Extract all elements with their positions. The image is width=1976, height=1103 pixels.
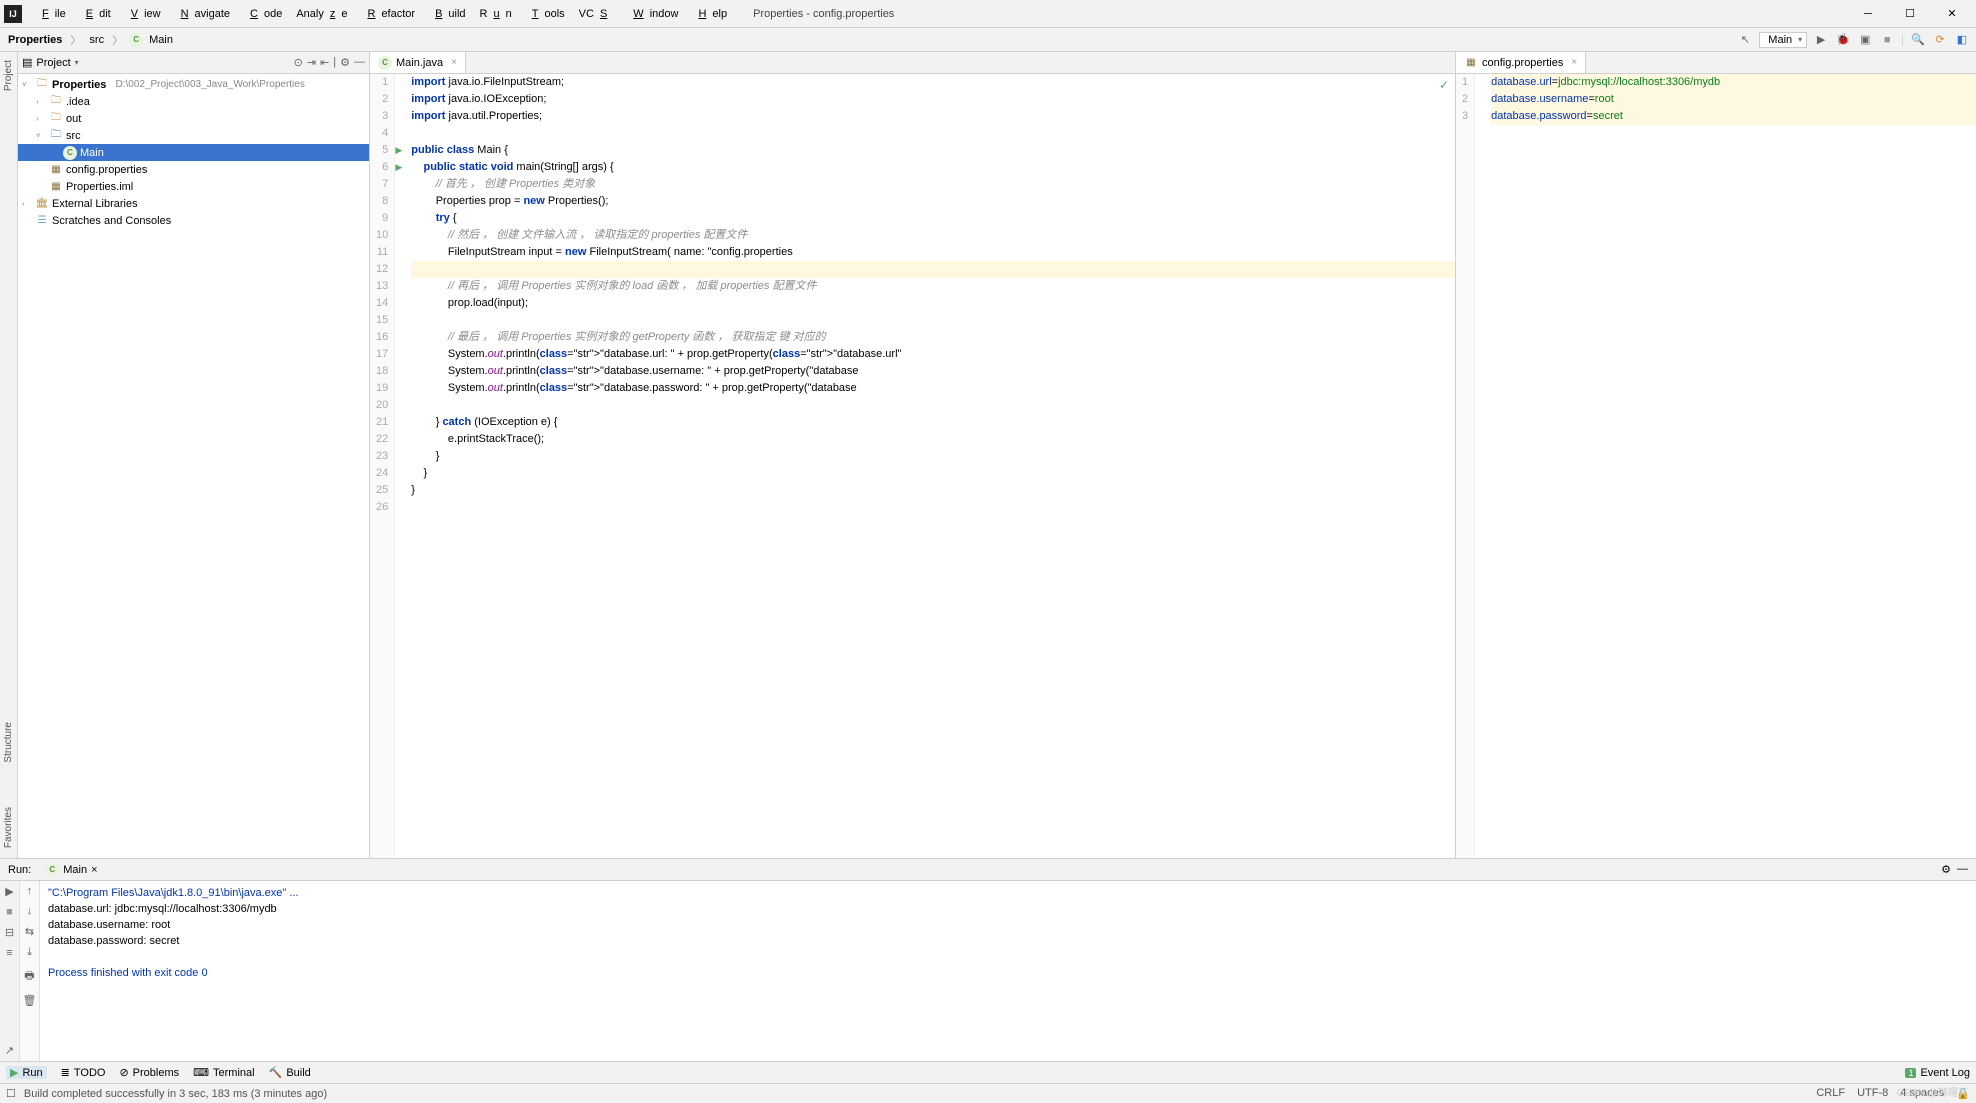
console-output[interactable]: "C:\Program Files\Java\jdk1.8.0_91\bin\j… (40, 881, 1976, 1061)
status-readonly-icon[interactable]: 🔒 (1956, 1087, 1970, 1100)
tool-eventlog[interactable]: 1Event Log (1905, 1067, 1970, 1079)
tree-root[interactable]: ˅🗀Properties D:\002_Project\003_Java_Wor… (18, 76, 369, 93)
side-tab-structure[interactable]: Structure (3, 718, 14, 767)
project-tree: ˅🗀Properties D:\002_Project\003_Java_Wor… (18, 74, 369, 858)
tool-run[interactable]: ▶Run (6, 1066, 47, 1079)
print-icon[interactable]: 🖶 (24, 967, 34, 986)
crumb-1[interactable]: src (87, 33, 106, 47)
menu-window[interactable]: Window (621, 6, 684, 22)
tool-todo[interactable]: ≣TODO (61, 1066, 106, 1079)
tree-main[interactable]: CMain (18, 144, 369, 161)
stop-icon[interactable]: ■ (1879, 32, 1895, 48)
code-editor-main[interactable]: ✓ 12345▶6▶789101112131415161718192021222… (370, 74, 1455, 858)
window-title: Properties - config.properties (753, 8, 894, 20)
close-tab-icon[interactable]: × (451, 57, 457, 68)
ide-icon[interactable]: ◧ (1954, 32, 1970, 48)
status-message: Build completed successfully in 3 sec, 1… (24, 1088, 327, 1100)
tool-problems[interactable]: ⊘Problems (119, 1066, 179, 1079)
status-crlf[interactable]: CRLF (1816, 1087, 1845, 1100)
stop-icon[interactable]: ■ (6, 906, 13, 918)
breadcrumb: Properties〉 src〉 C Main (6, 31, 175, 49)
hide-icon[interactable]: — (354, 56, 365, 69)
coverage-icon[interactable]: ▣ (1857, 32, 1873, 48)
up-icon[interactable]: ↑ (27, 885, 33, 897)
run-tab-main[interactable]: CMain× (39, 863, 103, 877)
tree-idea[interactable]: ›🗀.idea (18, 93, 369, 110)
menu-build[interactable]: Build (423, 6, 471, 22)
app-logo: IJ (4, 5, 22, 23)
layout-icon[interactable]: ⊟ (5, 926, 14, 939)
titlebar: IJ File Edit View Navigate Code Analyze … (0, 0, 1976, 28)
run-tool-window: Run: CMain× ⚙ — ▶ ■ ⊟ ≡ ↗ ↑ ↓ ⇆ ⤓ 🖶 🗑 "C:… (0, 858, 1976, 1061)
tree-src[interactable]: ˅🗀src (18, 127, 369, 144)
minimize-button[interactable]: ─ (1848, 3, 1888, 25)
menu-edit[interactable]: Edit (74, 6, 117, 22)
rerun-icon[interactable]: ▶ (5, 885, 13, 898)
status-icon: ☐ (6, 1087, 16, 1100)
project-panel: ▤ Project ▾ ⊙ ⇥ ⇤ | ⚙ — ˅🗀Properties D:\… (18, 52, 370, 858)
close-button[interactable]: ✕ (1932, 3, 1972, 25)
tab-main-java[interactable]: CMain.java× (370, 52, 466, 73)
crumb-0[interactable]: Properties (6, 33, 64, 47)
pin-icon[interactable]: ≡ (6, 947, 12, 959)
editor-right: ▦config.properties× ▲2 ✓1 ˆ ˇ 123 databa… (1456, 52, 1976, 858)
back-icon[interactable]: ↖ (1737, 32, 1753, 48)
close-tab-icon[interactable]: × (1571, 57, 1577, 68)
run-label: Run: (8, 864, 31, 876)
project-view-icon: ▤ (22, 56, 32, 69)
run-config-dropdown[interactable]: Main (1759, 32, 1807, 48)
code-editor-config[interactable]: ▲2 ✓1 ˆ ˇ 123 database.url=jdbc:mysql://… (1456, 74, 1976, 858)
menu-vcs[interactable]: VCS (573, 6, 620, 22)
locate-icon[interactable]: ⊙ (294, 56, 303, 69)
trash-icon[interactable]: 🗑 (23, 994, 37, 1007)
class-icon: C (129, 33, 143, 47)
menu-tools[interactable]: Tools (520, 6, 571, 22)
navigation-bar: Properties〉 src〉 C Main ↖ Main ▶ 🐞 ▣ ■ |… (0, 28, 1976, 52)
menu-run[interactable]: Run (474, 6, 518, 22)
tool-build[interactable]: 🔨Build (269, 1066, 311, 1079)
tree-out[interactable]: ›🗀out (18, 110, 369, 127)
status-bar: ☐ Build completed successfully in 3 sec,… (0, 1083, 1976, 1103)
menu-file[interactable]: File (30, 6, 72, 22)
tool-terminal[interactable]: ⌨Terminal (193, 1066, 254, 1079)
tree-iml[interactable]: ▦Properties.iml (18, 178, 369, 195)
left-tool-tabs: Project Structure Favorites (0, 52, 18, 858)
sync-icon[interactable]: ⟳ (1932, 32, 1948, 48)
run-icon[interactable]: ▶ (1813, 32, 1829, 48)
side-tab-project[interactable]: Project (3, 56, 14, 95)
crumb-2[interactable]: Main (147, 33, 175, 47)
tab-config-properties[interactable]: ▦config.properties× (1456, 52, 1586, 73)
expand-icon[interactable]: ⇥ (307, 56, 316, 69)
side-tab-favorites[interactable]: Favorites (3, 803, 14, 852)
project-panel-title: Project (36, 57, 70, 69)
maximize-button[interactable]: ☐ (1890, 3, 1930, 25)
tree-scratches[interactable]: ☰Scratches and Consoles (18, 212, 369, 229)
search-icon[interactable]: 🔍 (1910, 32, 1926, 48)
collapse-icon[interactable]: ⇤ (320, 56, 329, 69)
down-icon[interactable]: ↓ (27, 905, 33, 917)
status-indent[interactable]: 4 spaces (1900, 1087, 1944, 1100)
menu-help[interactable]: Help (686, 6, 733, 22)
tree-config[interactable]: ▦config.properties (18, 161, 369, 178)
menu-code[interactable]: Code (238, 6, 288, 22)
menu-navigate[interactable]: Navigate (169, 6, 236, 22)
bottom-tool-tabs: ▶Run ≣TODO ⊘Problems ⌨Terminal 🔨Build 1E… (0, 1061, 1976, 1083)
scroll-icon[interactable]: ⤓ (27, 946, 32, 959)
wrap-icon[interactable]: ⇆ (25, 925, 34, 938)
menu-view[interactable]: View (119, 6, 167, 22)
hide-icon[interactable]: — (1957, 863, 1968, 876)
filter-icon[interactable]: ↗ (5, 1044, 14, 1057)
menu-refactor[interactable]: Refactor (355, 6, 421, 22)
debug-icon[interactable]: 🐞 (1835, 32, 1851, 48)
editor-left: CMain.java× ✓ 12345▶6▶789101112131415161… (370, 52, 1456, 858)
status-encoding[interactable]: UTF-8 (1857, 1087, 1888, 1100)
gear-icon[interactable]: ⚙ (340, 56, 350, 69)
main-menu: File Edit View Navigate Code Analyze Ref… (30, 6, 733, 22)
menu-analyze[interactable]: Analyze (290, 6, 353, 22)
tree-external-libs[interactable]: ›🏛External Libraries (18, 195, 369, 212)
gear-icon[interactable]: ⚙ (1941, 863, 1951, 876)
